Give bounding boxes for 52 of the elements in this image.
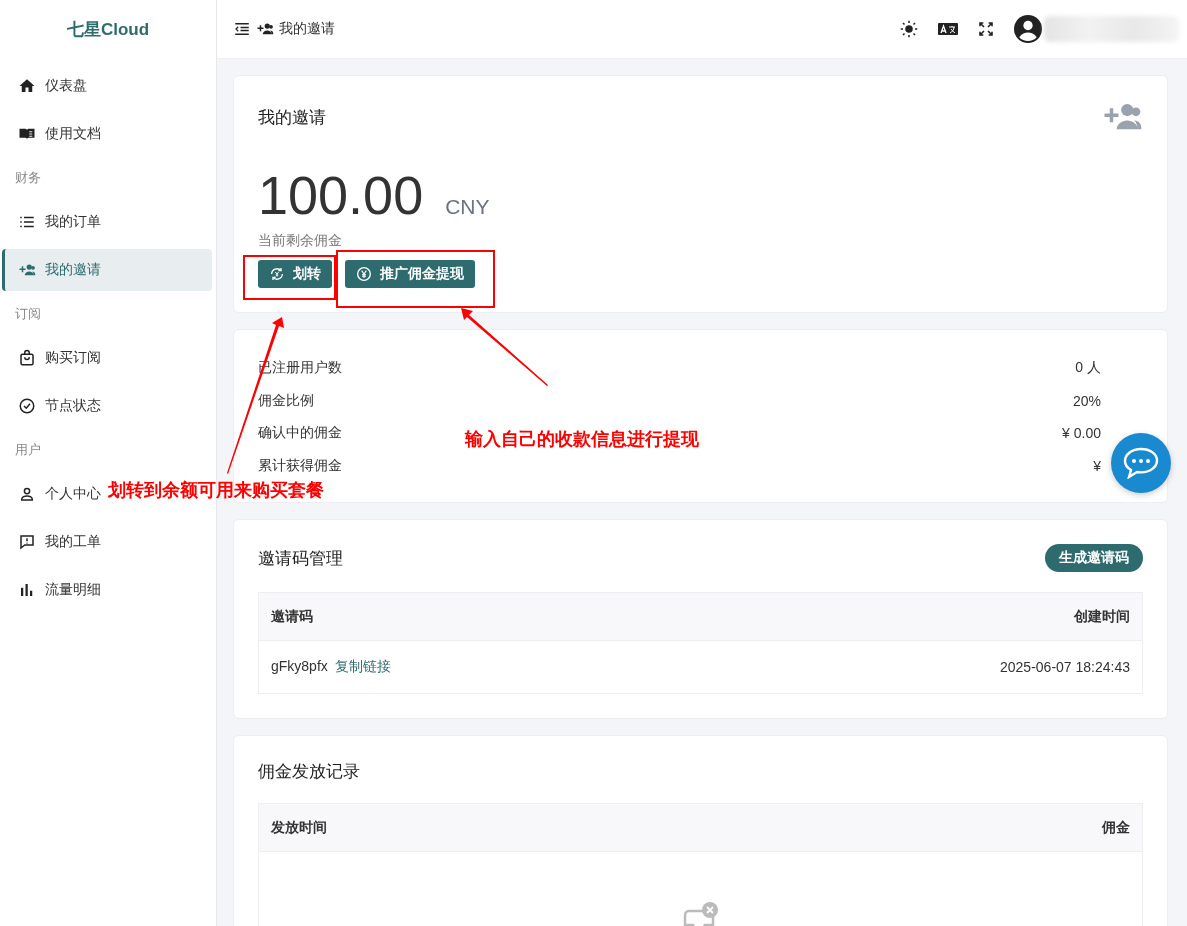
transfer-button[interactable]: 划转 — [258, 260, 332, 288]
balance-amount: 100.00 — [258, 168, 424, 222]
column-header: 佣金 — [793, 803, 1143, 852]
sidebar-item[interactable]: 节点状态 — [2, 385, 105, 427]
column-header: 发放时间 — [258, 803, 794, 852]
sidebar-item[interactable]: 我的订单 — [2, 201, 105, 243]
withdraw-button[interactable]: 推广佣金提现 — [345, 260, 475, 288]
sidebar-item[interactable]: 仪表盘 — [2, 65, 91, 107]
yen-icon — [356, 266, 372, 282]
fullscreen-icon[interactable] — [978, 21, 994, 37]
alert-message-icon — [18, 533, 36, 551]
sidebar-item[interactable]: 个人中心 — [2, 473, 105, 515]
sun-icon[interactable] — [900, 20, 918, 38]
chat-icon — [1123, 447, 1159, 479]
stat-label: 确认中的佣金 — [258, 424, 342, 443]
breadcrumb: 我的邀请 — [279, 20, 335, 38]
table-cell: 2025-06-07 18:24:43 — [685, 640, 1143, 694]
column-header: 创建时间 — [685, 592, 1143, 641]
column-header: 邀请码 — [258, 592, 686, 641]
card-title: 邀请码管理 — [258, 547, 343, 570]
section-label: 用户 — [15, 441, 41, 459]
collapse-menu-icon[interactable] — [233, 20, 251, 38]
annotation-text: 划转到余额可用来购买套餐 — [108, 479, 324, 502]
annotation-text: 输入自己的收款信息进行提现 — [465, 428, 699, 451]
stat-label: 佣金比例 — [258, 391, 314, 410]
stat-value: ¥ 0.00 — [1062, 425, 1101, 442]
section-label: 财务 — [15, 169, 41, 187]
translate-icon[interactable] — [938, 22, 958, 36]
sidebar-item[interactable]: 使用文档 — [2, 113, 105, 155]
card-title: 佣金发放记录 — [258, 761, 360, 783]
stat-value: 20% — [1072, 392, 1101, 409]
shopping-bag-icon — [18, 349, 36, 367]
balance-caption: 当前剩余佣金 — [258, 232, 343, 250]
generate-code-button[interactable]: 生成邀请码 — [1045, 544, 1143, 572]
sidebar-item[interactable]: 购买订阅 — [2, 337, 105, 379]
brand-logo[interactable]: 七星Cloud — [66, 17, 150, 41]
copy-link[interactable]: 复制链接 — [334, 658, 391, 674]
check-circle-icon — [18, 397, 36, 415]
user-icon — [18, 485, 36, 503]
card-title: 我的邀请 — [258, 106, 326, 129]
stat-value: 0 人 — [1075, 359, 1101, 378]
sidebar-item[interactable]: 我的邀请 — [2, 249, 212, 291]
stat-label: 累计获得佣金 — [258, 456, 342, 475]
home-icon — [18, 77, 36, 95]
avatar-icon[interactable] — [1014, 15, 1042, 43]
sidebar-item[interactable]: 我的工单 — [2, 521, 105, 563]
section-label: 订阅 — [15, 305, 41, 323]
sidebar-item[interactable]: 流量明细 — [2, 569, 105, 611]
transfer-icon — [269, 266, 285, 282]
stat-value: ¥ — [1093, 457, 1101, 474]
invite-code: gFky8pfx — [271, 658, 328, 674]
currency-label: CNY — [445, 195, 490, 219]
